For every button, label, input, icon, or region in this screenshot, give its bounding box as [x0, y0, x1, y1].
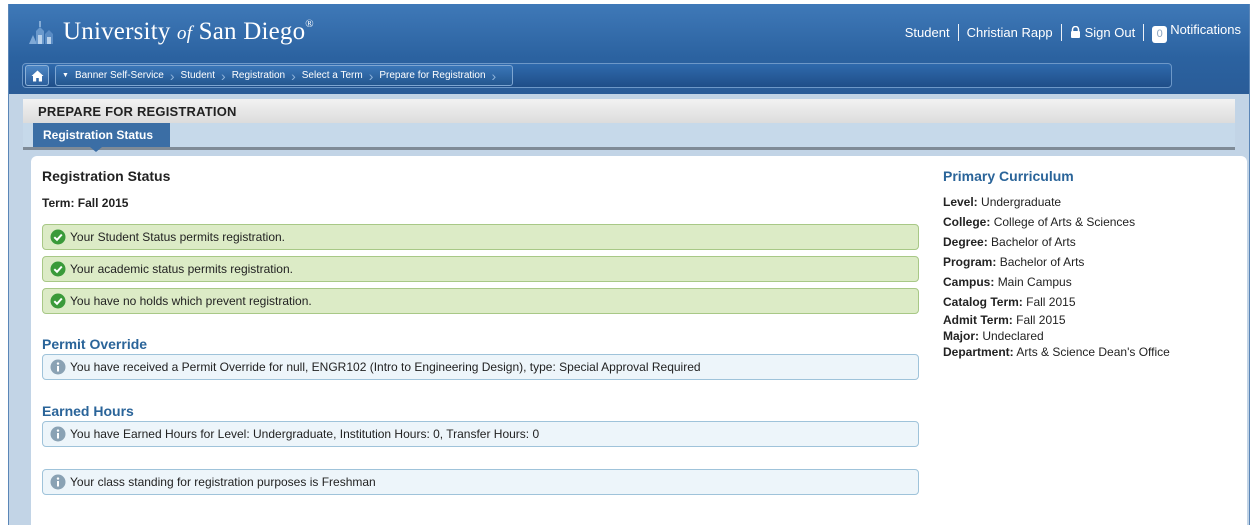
curriculum-college: College: College of Arts & Sciences	[943, 212, 1233, 232]
primary-curriculum: Primary Curriculum Level: Undergraduate …	[943, 168, 1233, 360]
breadcrumb-label: Prepare for Registration	[379, 70, 486, 81]
divider	[1143, 24, 1145, 41]
logo-word-university: University	[63, 18, 171, 45]
message-text: You have received a Permit Override for …	[70, 360, 701, 374]
caret-down-icon[interactable]: ▼	[62, 72, 69, 79]
breadcrumb-label: Student	[180, 70, 216, 81]
field-label: Department:	[943, 345, 1014, 359]
chevron-right-icon: ›	[291, 67, 296, 84]
user-menu: Student Christian Rapp Sign Out 0 Notific…	[905, 22, 1241, 43]
field-label: Degree:	[943, 235, 988, 249]
breadcrumb: ▼ Banner Self-Service › Student › Registra…	[55, 65, 514, 86]
field-value: Bachelor of Arts	[999, 255, 1085, 269]
message-text: Your Student Status permits registration…	[70, 230, 286, 244]
chevron-right-icon: ›	[368, 67, 374, 84]
logo-word-of: of	[177, 23, 193, 44]
field-value: Fall 2015	[1026, 295, 1076, 309]
message-text: You have Earned Hours for Level: Undergr…	[70, 427, 540, 441]
page-title: PREPARE FOR REGISTRATION	[38, 104, 237, 119]
breadcrumb-label: Select a Term	[301, 70, 363, 81]
registration-status-heading: Registration Status	[42, 168, 171, 184]
student-status-message: Your Student Status permits registration…	[42, 224, 919, 250]
field-label: Major:	[943, 329, 979, 343]
message-text: Your academic status permits registratio…	[70, 262, 293, 276]
logo-word-san-diego: San Diego	[198, 18, 306, 45]
field-label: Level:	[943, 195, 978, 209]
divider	[957, 24, 959, 41]
user-name-link[interactable]: Christian Rapp	[967, 25, 1053, 40]
curriculum-catalog-term: Catalog Term: Fall 2015	[943, 292, 1233, 312]
header-bar: University of San Diego® Student Christi…	[9, 4, 1249, 94]
breadcrumb-label: Banner Self-Service	[74, 70, 164, 81]
chevron-right-icon: ›	[169, 67, 175, 84]
notifications-button[interactable]: 0 Notifications	[1152, 22, 1241, 43]
curriculum-admit-term: Admit Term: Fall 2015	[943, 312, 1233, 328]
user-role-link[interactable]: Student	[905, 25, 950, 40]
field-value: Fall 2015	[1016, 313, 1066, 327]
sign-out-label: Sign Out	[1084, 25, 1136, 40]
holds-message: You have no holds which prevent registra…	[42, 288, 919, 314]
curriculum-major: Major: Undeclared	[943, 328, 1233, 344]
curriculum-campus: Campus: Main Campus	[943, 272, 1233, 292]
term-label: Term: Fall 2015	[42, 196, 129, 210]
app-frame: University of San Diego® Student Christi…	[8, 4, 1250, 529]
chevron-right-icon: ›	[491, 67, 497, 84]
field-value: Arts & Science Dean's Office	[1016, 345, 1170, 359]
breadcrumb-bar: ▼ Banner Self-Service › Student › Registra…	[22, 63, 1172, 88]
class-standing-message: Your class standing for registration pur…	[42, 469, 919, 495]
earned-hours-message: You have Earned Hours for Level: Undergr…	[42, 421, 919, 447]
field-label: Campus:	[943, 275, 995, 289]
check-circle-icon	[50, 229, 66, 245]
home-icon	[31, 70, 43, 81]
field-value: Undeclared	[982, 329, 1044, 343]
academic-status-message: Your academic status permits registratio…	[42, 256, 919, 282]
page-header: PREPARE FOR REGISTRATION Registration St…	[23, 99, 1235, 152]
title-bar: PREPARE FOR REGISTRATION	[23, 99, 1235, 124]
field-label: Admit Term:	[943, 313, 1013, 327]
registration-status-panel: Registration Status Term: Fall 2015 Your…	[31, 156, 1247, 529]
breadcrumb-student[interactable]: Student ›	[180, 67, 232, 84]
sign-out-link[interactable]: Sign Out	[1070, 25, 1136, 40]
campus-logo-icon	[29, 21, 53, 44]
breadcrumb-label: Registration	[231, 70, 286, 81]
curriculum-program: Program: Bachelor of Arts	[943, 252, 1233, 272]
field-value: Main Campus	[997, 275, 1072, 289]
curriculum-level: Level: Undergraduate	[943, 192, 1233, 212]
field-value: Undergraduate	[981, 195, 1062, 209]
logo-wordmark: University of San Diego®	[63, 18, 314, 46]
field-value: College of Arts & Sciences	[993, 215, 1136, 229]
breadcrumb-registration[interactable]: Registration ›	[231, 67, 302, 84]
permit-override-message: You have received a Permit Override for …	[42, 354, 919, 380]
field-label: College:	[943, 215, 991, 229]
logo-registered-mark: ®	[305, 18, 314, 30]
divider	[1060, 24, 1062, 41]
info-icon	[50, 474, 66, 490]
permit-override-heading: Permit Override	[42, 336, 148, 352]
breadcrumb-prepare-for-registration[interactable]: Prepare for Registration ›	[379, 67, 502, 84]
tab-registration-status[interactable]: Registration Status	[33, 123, 171, 147]
tab-strip: Registration Status	[23, 123, 1235, 152]
check-circle-icon	[50, 293, 66, 309]
field-value: Bachelor of Arts	[991, 235, 1076, 249]
message-text: Your class standing for registration pur…	[70, 475, 376, 489]
info-icon	[50, 359, 66, 375]
notifications-count-badge: 0	[1152, 26, 1168, 43]
chevron-right-icon: ›	[221, 67, 226, 84]
breadcrumb-banner-self-service[interactable]: Banner Self-Service ›	[74, 67, 181, 84]
earned-hours-heading: Earned Hours	[42, 403, 134, 419]
check-circle-icon	[50, 261, 66, 277]
tab-pointer	[90, 147, 102, 152]
notifications-label: Notifications	[1170, 22, 1241, 37]
curriculum-department: Department: Arts & Science Dean's Office	[943, 344, 1233, 360]
curriculum-degree: Degree: Bachelor of Arts	[943, 232, 1233, 252]
info-icon	[50, 426, 66, 442]
message-text: You have no holds which prevent registra…	[70, 294, 312, 308]
primary-curriculum-heading: Primary Curriculum	[943, 168, 1074, 184]
field-label: Program:	[943, 255, 997, 269]
field-label: Catalog Term:	[943, 295, 1023, 309]
university-logo[interactable]: University of San Diego®	[27, 17, 314, 47]
home-button[interactable]	[25, 65, 49, 86]
lock-icon	[1070, 26, 1080, 38]
breadcrumb-select-a-term[interactable]: Select a Term ›	[301, 67, 380, 84]
